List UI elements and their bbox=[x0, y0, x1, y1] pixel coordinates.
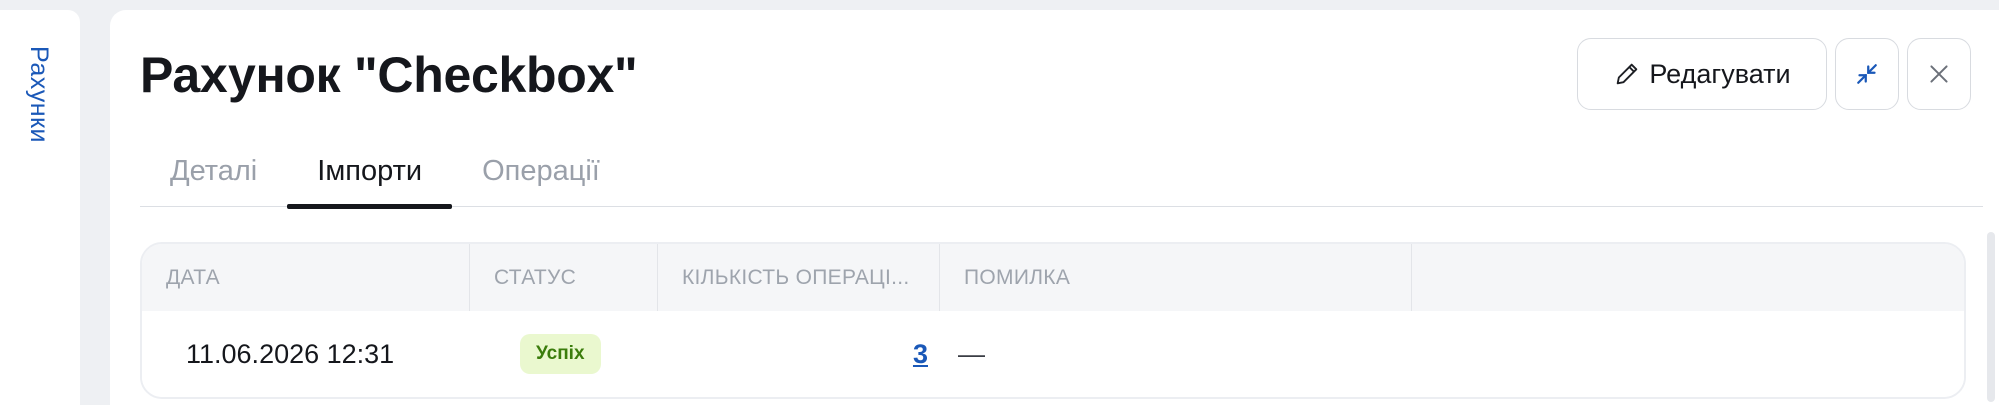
tab-operations[interactable]: Операції bbox=[452, 135, 630, 207]
side-rail: Рахунки bbox=[0, 10, 80, 405]
collapse-icon bbox=[1852, 59, 1882, 89]
edit-button[interactable]: Редагувати bbox=[1577, 38, 1827, 110]
tab-details[interactable]: Деталі bbox=[140, 135, 287, 207]
page-title: Рахунок "Checkbox" bbox=[140, 47, 638, 103]
column-header-error[interactable]: ПОМИЛКА bbox=[940, 244, 1412, 311]
status-badge: Успіх bbox=[520, 334, 601, 374]
cell-count: 3 bbox=[658, 311, 940, 397]
pencil-icon bbox=[1613, 60, 1641, 88]
table-header: ДАТА СТАТУС КІЛЬКІСТЬ ОПЕРАЦІ... ПОМИЛКА bbox=[142, 244, 1964, 311]
column-header-count[interactable]: КІЛЬКІСТЬ ОПЕРАЦІ... bbox=[658, 244, 940, 311]
cell-error: — bbox=[958, 338, 985, 369]
tab-bar: Деталі Імпорти Операції bbox=[140, 135, 1983, 209]
column-header-extra bbox=[1412, 244, 1964, 311]
close-button[interactable] bbox=[1907, 38, 1971, 110]
tab-imports[interactable]: Імпорти bbox=[287, 135, 452, 209]
edit-button-label: Редагувати bbox=[1649, 58, 1791, 89]
imports-table: ДАТА СТАТУС КІЛЬКІСТЬ ОПЕРАЦІ... ПОМИЛКА… bbox=[140, 242, 1966, 399]
cell-extra bbox=[1412, 311, 1964, 397]
side-rail-label[interactable]: Рахунки bbox=[24, 46, 53, 143]
cell-status: Успіх bbox=[470, 311, 658, 397]
collapse-button[interactable] bbox=[1835, 38, 1899, 110]
operations-count-link[interactable]: 3 bbox=[913, 339, 928, 370]
header-actions: Редагувати bbox=[1577, 38, 1971, 110]
panel-scrollbar[interactable] bbox=[1987, 232, 1995, 402]
cell-date: 11.06.2026 12:31 bbox=[186, 338, 395, 369]
close-icon bbox=[1926, 61, 1952, 87]
column-header-status[interactable]: СТАТУС bbox=[470, 244, 658, 311]
account-panel: Рахунок "Checkbox" Редагувати Деталі Імп… bbox=[110, 10, 1999, 405]
table-row[interactable]: 11.06.2026 12:31 Успіх 3 — bbox=[142, 311, 1964, 397]
column-header-date[interactable]: ДАТА bbox=[142, 244, 470, 311]
